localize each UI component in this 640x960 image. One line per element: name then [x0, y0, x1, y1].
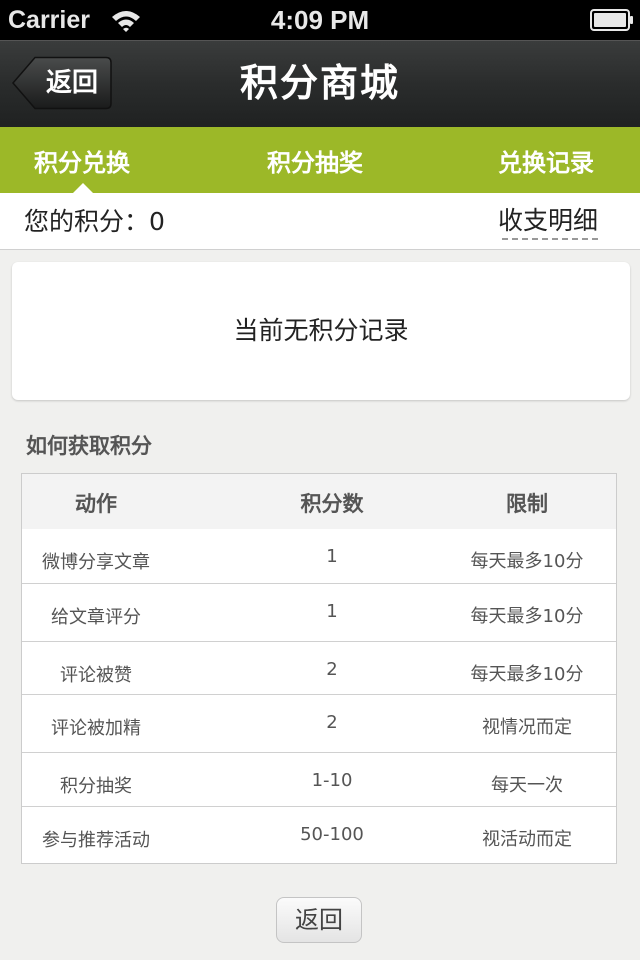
header-limit: 限制: [506, 492, 548, 516]
header-action: 动作: [75, 492, 117, 516]
tab-bar: 积分兑换 积分抽奖 兑换记录: [0, 127, 640, 194]
row-points: 1: [326, 546, 338, 567]
row-action: 参与推荐活动: [42, 830, 150, 851]
row-limit: 每天最多10分: [470, 606, 584, 627]
row-points: 1: [326, 601, 338, 622]
table-row: 积分抽奖 1-10 每天一次: [22, 753, 616, 807]
income-expense-details-link[interactable]: 收支明细: [498, 193, 598, 249]
points-row: 您的积分：0 收支明细: [0, 193, 640, 250]
table-header: 动作 积分数 限制: [22, 474, 616, 529]
table-row: 评论被赞 2 每天最多10分: [22, 642, 616, 695]
header-points: 积分数: [300, 492, 364, 516]
table-row: 给文章评分 1 每天最多10分: [22, 584, 616, 642]
tab-points-lottery[interactable]: 积分抽奖: [250, 127, 380, 193]
back-button-label: 返回: [45, 68, 98, 98]
points-balance: 您的积分：0: [24, 207, 165, 236]
row-points: 2: [326, 659, 338, 680]
row-points: 50-100: [300, 824, 364, 845]
bottom-back-button[interactable]: 返回: [276, 897, 362, 943]
table-row: 参与推荐活动 50-100 视活动而定: [22, 807, 616, 863]
points-record-card: 当前无积分记录: [12, 262, 630, 400]
table-row: 微博分享文章 1 每天最多10分: [22, 529, 616, 584]
earn-points-table: 动作 积分数 限制 微博分享文章 1 每天最多10分 给文章评分 1 每天最多1…: [21, 473, 617, 864]
status-time: 4:09 PM: [270, 5, 370, 35]
row-limit: 视活动而定: [482, 829, 572, 850]
navigation-bar: 积分商城 返回: [0, 40, 640, 128]
empty-record-message: 当前无积分记录: [233, 316, 409, 345]
battery-icon: [590, 9, 633, 31]
row-points: 2: [326, 712, 338, 733]
table-row: 评论被加精 2 视情况而定: [22, 695, 616, 753]
details-link-underline: [502, 238, 598, 240]
back-button[interactable]: 返回: [12, 56, 112, 110]
row-points: 1-10: [311, 770, 353, 791]
status-bar: Carrier 4:09 PM: [0, 0, 640, 40]
tab-exchange-records[interactable]: 兑换记录: [482, 127, 610, 193]
how-to-earn-title: 如何获取积分: [26, 434, 152, 458]
row-limit: 视情况而定: [482, 717, 572, 738]
